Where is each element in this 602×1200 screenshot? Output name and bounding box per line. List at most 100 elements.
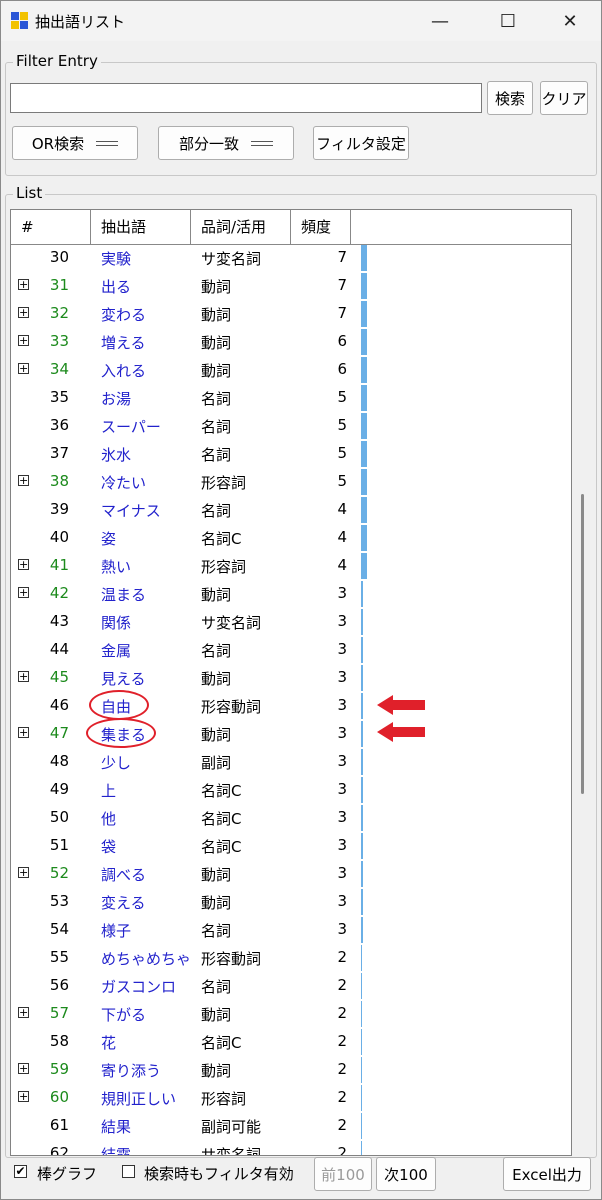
expand-icon[interactable]: + (18, 727, 29, 738)
expand-icon[interactable]: + (18, 335, 29, 346)
filter-entry-label: Filter Entry (13, 52, 101, 70)
table-row[interactable]: +33 増える 動詞 6 (11, 328, 571, 356)
table-row[interactable]: +52 調べる 動詞 3 (11, 860, 571, 888)
search-button[interactable]: 検索 (487, 81, 533, 115)
expand-icon[interactable]: + (18, 1091, 29, 1102)
table-row[interactable]: +31 出る 動詞 7 (11, 272, 571, 300)
table-row[interactable]: 56 ガスコンロ 名詞 2 (11, 972, 571, 1000)
table-row[interactable]: +38 冷たい 形容詞 5 (11, 468, 571, 496)
expand-icon[interactable]: + (18, 867, 29, 878)
table-row[interactable]: 53 変える 動詞 3 (11, 888, 571, 916)
next-100-button[interactable]: 次100 (376, 1157, 436, 1191)
row-pos: 名詞C (201, 782, 242, 800)
table-row[interactable]: 44 金属 名詞 3 (11, 636, 571, 664)
table-row[interactable]: +41 熱い 形容詞 4 (11, 552, 571, 580)
close-button[interactable]: ✕ (547, 1, 593, 41)
match-mode-select[interactable]: 部分一致 (158, 126, 294, 160)
table-row[interactable]: 55 めちゃめちゃ 形容動詞 2 (11, 944, 571, 972)
table-row[interactable]: 48 少し 副詞 3 (11, 748, 571, 776)
clear-button[interactable]: クリア (540, 81, 588, 115)
search-input[interactable] (10, 83, 482, 113)
excel-export-button[interactable]: Excel出力 (503, 1157, 591, 1191)
row-pos: 名詞C (201, 1034, 242, 1052)
search-mode-select[interactable]: OR検索 (12, 126, 138, 160)
prev-100-button[interactable]: 前100 (314, 1157, 372, 1191)
table-row[interactable]: 40 姿 名詞C 4 (11, 524, 571, 552)
expand-icon[interactable]: + (18, 307, 29, 318)
row-pos: 名詞 (201, 978, 232, 996)
filter-settings-button[interactable]: フィルタ設定 (313, 126, 409, 160)
row-pos: 名詞 (201, 502, 232, 520)
row-number: 60 (49, 1088, 69, 1106)
table-row[interactable]: +60 規則正しい 形容詞 2 (11, 1084, 571, 1112)
row-word: 様子 (101, 922, 132, 940)
expand-icon[interactable]: + (18, 587, 29, 598)
table-row[interactable]: 43 関係 サ変名詞 3 (11, 608, 571, 636)
expand-icon[interactable]: + (18, 559, 29, 570)
table-row[interactable]: +42 温まる 動詞 3 (11, 580, 571, 608)
table-row[interactable]: +57 下がる 動詞 2 (11, 1000, 571, 1028)
row-pos: 動詞 (201, 1006, 232, 1024)
row-number: 54 (49, 920, 69, 938)
table-row[interactable]: 62 結露 サ変名詞 2 (11, 1140, 571, 1155)
table-row[interactable]: 61 結果 副詞可能 2 (11, 1112, 571, 1140)
row-word: 花 (101, 1034, 117, 1052)
table-row[interactable]: +32 変わる 動詞 7 (11, 300, 571, 328)
table-row[interactable]: 39 マイナス 名詞 4 (11, 496, 571, 524)
row-frequency: 3 (337, 640, 347, 658)
row-frequency: 2 (337, 1032, 347, 1050)
table-row[interactable]: 49 上 名詞C 3 (11, 776, 571, 804)
frequency-bar (361, 441, 367, 467)
table-row[interactable]: 54 様子 名詞 3 (11, 916, 571, 944)
column-header-frequency[interactable]: 頻度 (291, 210, 351, 244)
filter-on-search-checkbox[interactable] (122, 1165, 135, 1178)
maximize-button[interactable]: ☐ (485, 1, 531, 41)
row-number: 56 (49, 976, 69, 994)
row-frequency: 4 (337, 500, 347, 518)
minimize-button[interactable]: — (417, 1, 463, 41)
expand-icon[interactable]: + (18, 671, 29, 682)
row-pos: 副詞 (201, 754, 232, 772)
expand-icon[interactable]: + (18, 475, 29, 486)
expand-icon[interactable]: + (18, 1007, 29, 1018)
table-row[interactable]: 58 花 名詞C 2 (11, 1028, 571, 1056)
expand-icon[interactable]: + (18, 279, 29, 290)
row-word: 見える (101, 670, 146, 688)
row-number: 30 (49, 248, 69, 266)
row-pos: 形容詞 (201, 1090, 247, 1108)
row-frequency: 3 (337, 724, 347, 742)
row-frequency: 6 (337, 332, 347, 350)
bar-graph-checkbox[interactable]: ✔ (14, 1165, 27, 1178)
column-header-word[interactable]: 抽出語 (91, 210, 191, 244)
table-row[interactable]: 50 他 名詞C 3 (11, 804, 571, 832)
expand-icon[interactable]: + (18, 363, 29, 374)
table-row[interactable]: 30 実験 サ変名詞 7 (11, 244, 571, 272)
expand-icon[interactable]: + (18, 1063, 29, 1074)
row-word: 増える (101, 334, 146, 352)
row-frequency: 2 (337, 948, 347, 966)
table-row[interactable]: +59 寄り添う 動詞 2 (11, 1056, 571, 1084)
table-row[interactable]: 35 お湯 名詞 5 (11, 384, 571, 412)
table-row[interactable]: +34 入れる 動詞 6 (11, 356, 571, 384)
column-header-number[interactable]: # (11, 210, 91, 244)
table-row[interactable]: +45 見える 動詞 3 (11, 664, 571, 692)
table-row[interactable]: 36 スーパー 名詞 5 (11, 412, 571, 440)
row-word: お湯 (101, 390, 132, 408)
vertical-scrollbar[interactable] (572, 209, 592, 1154)
scrollbar-thumb[interactable] (581, 494, 584, 794)
row-number: 43 (49, 612, 69, 630)
word-list[interactable]: # 抽出語 品詞/活用 頻度 30 実験 サ変名詞 7 +31 出る 動詞 7 +32 変わる 動詞… (10, 209, 572, 1156)
row-frequency: 2 (337, 976, 347, 994)
row-frequency: 3 (337, 780, 347, 798)
row-frequency: 7 (337, 248, 347, 266)
row-word: めちゃめちゃ (101, 950, 192, 968)
table-row[interactable]: 37 氷水 名詞 5 (11, 440, 571, 468)
row-pos: 形容詞 (201, 474, 247, 492)
column-header-pos[interactable]: 品詞/活用 (191, 210, 291, 244)
row-frequency: 7 (337, 276, 347, 294)
frequency-bar (361, 1085, 363, 1111)
table-row[interactable]: 51 袋 名詞C 3 (11, 832, 571, 860)
row-word: 袋 (101, 838, 117, 856)
frequency-bar (361, 273, 367, 299)
row-frequency: 3 (337, 808, 347, 826)
